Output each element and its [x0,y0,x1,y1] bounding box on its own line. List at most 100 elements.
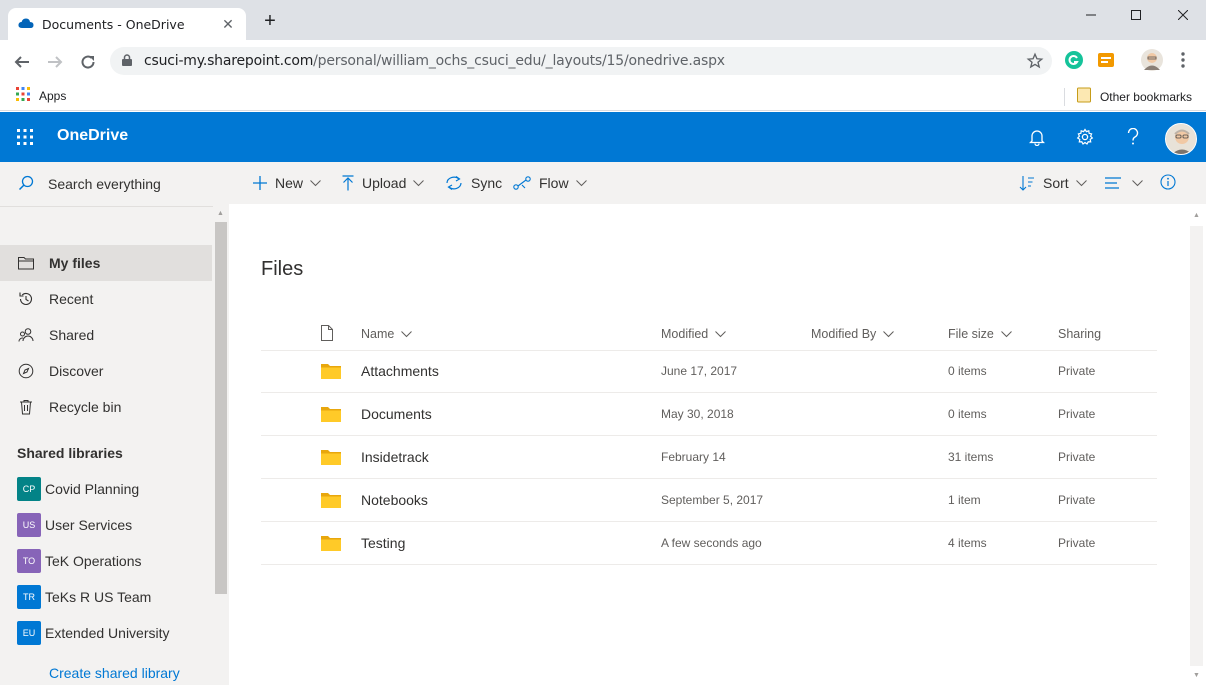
nav-scrollbar-thumb[interactable] [215,222,227,594]
library-user-services[interactable]: US User Services [17,513,132,537]
file-modified: May 30, 2018 [661,407,734,421]
file-type-header-icon[interactable] [321,325,333,341]
column-name-label: Name [361,327,395,341]
app-brand[interactable]: OneDrive [57,127,128,145]
file-name[interactable]: Attachments [361,363,439,379]
file-row[interactable]: Documents May 30, 2018 0 items Private [261,393,1157,436]
upload-arrow-icon [342,175,354,191]
file-size: 31 items [948,450,994,464]
reload-icon[interactable] [74,48,102,76]
file-sharing[interactable]: Private [1058,493,1095,507]
file-sharing[interactable]: Private [1058,450,1095,464]
search-box[interactable]: Search everything [0,162,229,206]
info-button[interactable] [1160,172,1176,194]
file-modified: A few seconds ago [661,536,762,550]
profile-avatar-icon[interactable] [1141,49,1163,71]
help-question-icon[interactable] [1121,125,1145,149]
bookmark-star-icon[interactable] [1026,52,1044,73]
shared-libraries-header: Shared libraries [17,445,123,461]
app-launcher-waffle-icon[interactable] [16,128,34,146]
forward-arrow-icon[interactable] [41,48,69,76]
library-name: TeKs R US Team [45,589,152,605]
nav-item-shared[interactable]: Shared [0,317,212,353]
file-name[interactable]: Notebooks [361,492,428,508]
nav-item-discover[interactable]: Discover [0,353,212,389]
other-bookmarks[interactable]: Other bookmarks [1076,87,1192,106]
file-size: 0 items [948,407,987,421]
nav-item-label: Recent [49,291,94,307]
browser-tab[interactable]: Documents - OneDrive ✕ [8,8,246,40]
file-row[interactable]: Testing A few seconds ago 4 items Privat… [261,522,1157,565]
main-scrollbar[interactable]: ▲ ▼ [1187,204,1206,685]
new-label: New [275,175,304,191]
new-tab-icon[interactable]: + [258,11,282,31]
library-teks-r-us-team[interactable]: TR TeKs R US Team [17,585,151,609]
column-file-size-label: File size [948,327,994,341]
file-sharing[interactable]: Private [1058,407,1095,421]
scroll-up-arrow-icon[interactable]: ▲ [217,210,224,217]
settings-gear-icon[interactable] [1073,125,1097,149]
compass-icon [18,363,34,379]
apps-bookmark[interactable]: Apps [16,87,66,104]
file-modified: June 17, 2017 [661,364,738,378]
upload-button[interactable]: Upload [342,172,425,194]
file-size: 4 items [948,536,987,550]
library-covid-planning[interactable]: CP Covid Planning [17,477,139,501]
extension-icon[interactable] [1096,50,1116,70]
grammarly-extension-icon[interactable] [1064,50,1084,70]
search-placeholder: Search everything [48,176,161,192]
onedrive-cloud-icon [18,17,34,32]
column-header-modified[interactable]: Modified [661,327,727,341]
file-sharing[interactable]: Private [1058,364,1095,378]
library-tek-operations[interactable]: TO TeK Operations [17,549,142,573]
url-text: csuci-my.sharepoint.com/personal/william… [144,53,725,69]
scroll-up-arrow-icon[interactable]: ▲ [1193,212,1200,219]
menu-kebab-icon[interactable] [1176,50,1190,70]
new-button[interactable]: New [253,172,321,194]
chevron-down-icon [1132,179,1143,187]
nav-item-my-files[interactable]: My files [0,245,212,281]
file-row[interactable]: Notebooks September 5, 2017 1 item Priva… [261,479,1157,522]
file-row[interactable]: Attachments June 17, 2017 0 items Privat… [261,350,1157,393]
chevron-down-icon [883,330,895,338]
browser-titlebar: Documents - OneDrive ✕ + [0,0,1206,40]
sort-button[interactable]: Sort [1019,172,1087,194]
file-name[interactable]: Documents [361,406,432,422]
scroll-down-arrow-icon[interactable]: ▼ [1193,672,1200,679]
column-header-file-size[interactable]: File size [948,327,1012,341]
chevron-down-icon [575,179,587,187]
plus-icon [253,176,267,190]
file-name[interactable]: Insidetrack [361,449,429,465]
file-row[interactable]: Insidetrack February 14 31 items Private [261,436,1157,479]
file-sharing[interactable]: Private [1058,536,1095,550]
address-bar[interactable]: csuci-my.sharepoint.com/personal/william… [110,47,1052,75]
nav-item-label: Shared [49,327,95,343]
back-arrow-icon[interactable] [8,48,36,76]
folder-icon [1076,87,1091,106]
column-modified-label: Modified [661,327,709,341]
command-bar: New Upload Sync Flow Sort [229,162,1206,204]
file-name[interactable]: Testing [361,535,405,551]
sync-button[interactable]: Sync [445,172,502,194]
account-avatar[interactable] [1165,123,1197,155]
nav-item-recycle-bin[interactable]: Recycle bin [0,389,212,425]
column-header-modified-by[interactable]: Modified By [811,327,895,341]
file-modified: September 5, 2017 [661,493,764,507]
minimize-icon[interactable] [1068,0,1114,30]
folder-icon [321,535,341,551]
maximize-icon[interactable] [1113,0,1159,30]
notifications-bell-icon[interactable] [1025,125,1049,149]
library-extended-university[interactable]: EU Extended University [17,621,170,645]
url-host: csuci-my.sharepoint.com [144,53,314,69]
create-shared-library-link[interactable]: Create shared library [49,665,180,681]
tab-close-icon[interactable]: ✕ [220,16,236,33]
flow-button[interactable]: Flow [513,172,587,194]
main-scrollbar-track[interactable] [1190,226,1203,666]
column-header-name[interactable]: Name [361,327,413,341]
column-header-sharing[interactable]: Sharing [1058,327,1101,341]
view-options-button[interactable] [1105,172,1143,194]
nav-item-recent[interactable]: Recent [0,281,212,317]
window-close-icon[interactable] [1160,0,1206,30]
nav-scrollbar[interactable]: ▲ [213,206,229,685]
trash-icon [18,399,34,415]
